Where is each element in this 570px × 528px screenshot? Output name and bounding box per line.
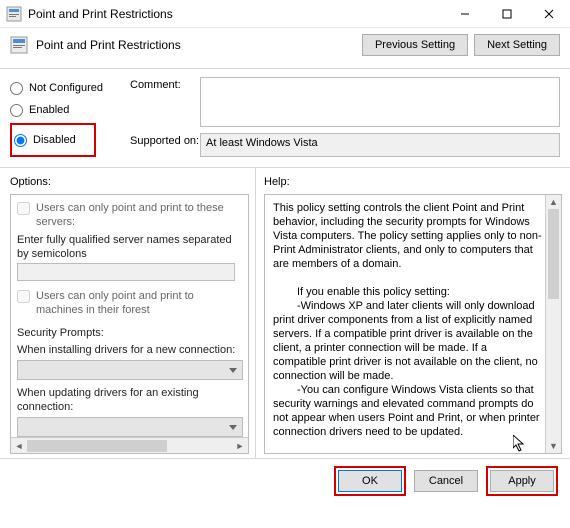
- radio-enabled-input[interactable]: [10, 104, 23, 117]
- checkbox-servers-input[interactable]: [17, 202, 30, 215]
- titlebar: Point and Print Restrictions: [0, 0, 570, 28]
- supported-row: Supported on: At least Windows Vista: [130, 133, 560, 157]
- checkbox-label: Users can only point and print to machin…: [36, 289, 242, 317]
- next-setting-button[interactable]: Next Setting: [474, 34, 560, 56]
- options-body: Users can only point and print to these …: [10, 194, 249, 454]
- comment-row: Comment:: [130, 77, 560, 127]
- highlight-ok: OK: [334, 466, 406, 496]
- radio-label: Enabled: [29, 104, 69, 116]
- minimize-button[interactable]: [444, 0, 486, 28]
- radio-not-configured[interactable]: Not Configured: [10, 77, 120, 99]
- update-dropdown[interactable]: [17, 417, 243, 437]
- options-column: Options: Users can only point and print …: [0, 168, 256, 458]
- scroll-right-icon[interactable]: ►: [232, 439, 248, 453]
- servers-input[interactable]: [17, 263, 235, 281]
- options-heading: Options:: [10, 176, 255, 188]
- options-hscrollbar[interactable]: ◄ ►: [11, 437, 248, 453]
- help-text: -Windows XP and later clients will only …: [273, 299, 543, 383]
- comment-field[interactable]: [200, 77, 560, 127]
- scroll-thumb[interactable]: [27, 440, 167, 452]
- apply-button[interactable]: Apply: [490, 470, 554, 492]
- radio-label: Not Configured: [29, 82, 103, 94]
- highlight-disabled: Disabled: [10, 123, 96, 157]
- comment-label: Comment:: [130, 77, 200, 91]
- supported-value: At least Windows Vista: [200, 133, 560, 157]
- dialog-buttons: OK Cancel Apply: [0, 458, 570, 502]
- install-dropdown[interactable]: [17, 360, 243, 380]
- checkbox-servers[interactable]: Users can only point and print to these …: [17, 201, 242, 229]
- help-vscrollbar[interactable]: ▲ ▼: [545, 195, 561, 453]
- cancel-button[interactable]: Cancel: [414, 470, 478, 492]
- install-label: When installing drivers for a new connec…: [17, 343, 242, 357]
- help-text: If you enable this policy setting:: [273, 285, 543, 299]
- checkbox-forest-input[interactable]: [17, 290, 30, 303]
- scroll-up-icon[interactable]: ▲: [546, 195, 561, 209]
- ok-button[interactable]: OK: [338, 470, 402, 492]
- close-button[interactable]: [528, 0, 570, 28]
- policy-icon: [6, 6, 22, 22]
- scroll-down-icon[interactable]: ▼: [546, 439, 561, 453]
- page-title: Point and Print Restrictions: [36, 38, 356, 52]
- checkbox-label: Users can only point and print to these …: [36, 201, 242, 229]
- header: Point and Print Restrictions Previous Se…: [0, 28, 570, 69]
- radio-not-configured-input[interactable]: [10, 82, 23, 95]
- scroll-thumb[interactable]: [548, 209, 559, 299]
- servers-instruction: Enter fully qualified server names separ…: [17, 233, 242, 261]
- lower-section: Options: Users can only point and print …: [0, 168, 570, 458]
- policy-icon: [10, 36, 28, 54]
- radio-disabled[interactable]: Disabled: [14, 129, 76, 151]
- checkbox-forest[interactable]: Users can only point and print to machin…: [17, 289, 242, 317]
- maximize-button[interactable]: [486, 0, 528, 28]
- help-body: This policy setting controls the client …: [264, 194, 562, 454]
- highlight-apply: Apply: [486, 466, 558, 496]
- help-heading: Help:: [264, 176, 562, 188]
- window-title: Point and Print Restrictions: [28, 7, 444, 21]
- help-text: -You can configure Windows Vista clients…: [273, 383, 543, 439]
- help-text: This policy setting controls the client …: [273, 201, 543, 271]
- settings-section: Not Configured Enabled Disabled Comment:…: [0, 69, 570, 168]
- state-radios: Not Configured Enabled Disabled: [10, 77, 120, 157]
- security-prompts-label: Security Prompts:: [17, 327, 242, 339]
- radio-disabled-input[interactable]: [14, 134, 27, 147]
- radio-label: Disabled: [33, 134, 76, 146]
- update-label: When updating drivers for an existing co…: [17, 386, 242, 414]
- supported-label: Supported on:: [130, 133, 200, 147]
- previous-setting-button[interactable]: Previous Setting: [362, 34, 468, 56]
- help-text: If you do not configure this policy sett…: [273, 453, 543, 454]
- help-column: Help: This policy setting controls the c…: [256, 168, 570, 458]
- radio-enabled[interactable]: Enabled: [10, 99, 120, 121]
- scroll-left-icon[interactable]: ◄: [11, 439, 27, 453]
